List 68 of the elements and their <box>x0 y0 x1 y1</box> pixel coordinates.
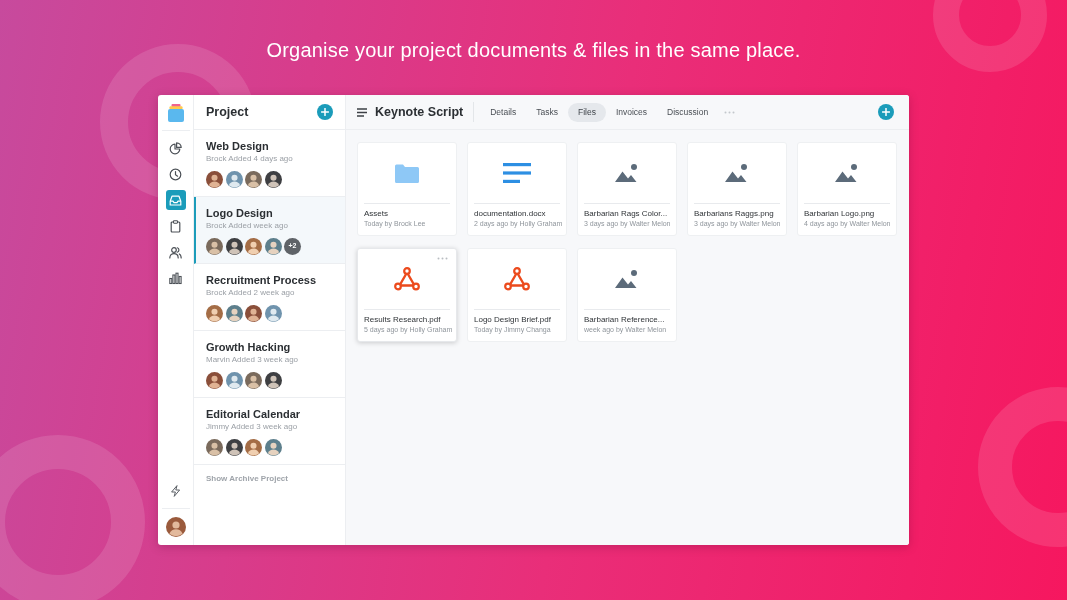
avatar-icon <box>225 439 243 456</box>
file-name: Assets <box>364 208 388 219</box>
page-title: Keynote Script <box>375 103 464 121</box>
tab[interactable]: Files <box>567 102 606 122</box>
image-icon <box>615 164 639 182</box>
file-name: Barbarians Raggs.png <box>694 208 774 219</box>
project-subtitle: Brock Added 2 week ago <box>206 287 295 298</box>
project-title: Web Design <box>206 139 269 153</box>
tab[interactable]: Tasks <box>526 102 568 122</box>
panel-title: Project <box>206 103 249 121</box>
file-name: Logo Design Brief.pdf <box>474 314 551 325</box>
avatar-icon <box>245 238 262 255</box>
add-button[interactable] <box>878 104 894 120</box>
avatar-icon <box>264 372 282 389</box>
avatar-icon <box>206 305 223 322</box>
headline: Organise your project documents & files in the same place. <box>266 38 801 63</box>
clipboard-icon <box>169 219 182 233</box>
project-title: Recruitment Process <box>206 273 317 287</box>
file-name: Barbarian Reference... <box>584 314 665 325</box>
menu-icon[interactable] <box>357 107 367 117</box>
plus-icon <box>321 108 329 116</box>
file-name: Barbarian Rags Color... <box>584 208 668 219</box>
tab[interactable]: Discussion <box>657 102 719 122</box>
project-subtitle: Brock Added 4 days ago <box>206 153 293 164</box>
file-name: Barbarian Logo.png <box>804 208 875 219</box>
image-icon <box>835 164 859 182</box>
image-icon <box>615 270 639 288</box>
avatar-icon <box>245 372 262 389</box>
project-title: Logo Design <box>206 206 273 220</box>
text-lines-icon <box>503 163 531 183</box>
avatar-icon <box>245 439 262 456</box>
avatar-icon <box>206 439 223 456</box>
avatar-icon <box>245 305 262 322</box>
avatar-icon <box>264 305 282 322</box>
project-title: Editorial Calendar <box>206 407 301 421</box>
inbox-icon <box>169 193 182 207</box>
project-subtitle: Brock Added week ago <box>206 220 288 231</box>
pie-chart-icon <box>169 141 182 155</box>
logo-icon[interactable] <box>167 103 184 122</box>
add-button[interactable] <box>317 104 333 120</box>
users-icon <box>169 245 182 259</box>
avatar-icon <box>245 171 262 188</box>
lightning-icon <box>170 485 181 497</box>
avatar-icon <box>206 171 223 188</box>
project-title: Growth Hacking <box>206 340 291 354</box>
plus-icon <box>882 108 890 116</box>
ring-triangle-icon <box>504 267 530 291</box>
file-name: Results Research.pdf <box>364 314 441 325</box>
bar-chart-icon <box>169 271 182 285</box>
project-subtitle: Marvin Added 3 week ago <box>206 354 299 365</box>
ring-triangle-icon <box>394 267 420 291</box>
avatar-icon[interactable] <box>165 517 186 537</box>
avatar-icon <box>206 238 223 255</box>
project-subtitle: Jimmy Added 3 week ago <box>206 421 298 432</box>
folder-icon <box>395 163 419 183</box>
avatar-icon <box>225 305 243 322</box>
avatar-icon <box>225 171 243 188</box>
tab[interactable]: Invoices <box>605 102 658 122</box>
avatar-icon <box>264 238 282 255</box>
tab[interactable]: Details <box>480 102 527 122</box>
file-name: documentation.docx <box>474 208 546 219</box>
avatar-icon <box>264 171 282 188</box>
avatar-icon <box>206 372 223 389</box>
avatar-icon <box>225 238 243 255</box>
clock-icon <box>169 167 182 181</box>
image-icon <box>725 164 749 182</box>
avatar-icon <box>225 372 243 389</box>
avatar-icon <box>264 439 282 456</box>
